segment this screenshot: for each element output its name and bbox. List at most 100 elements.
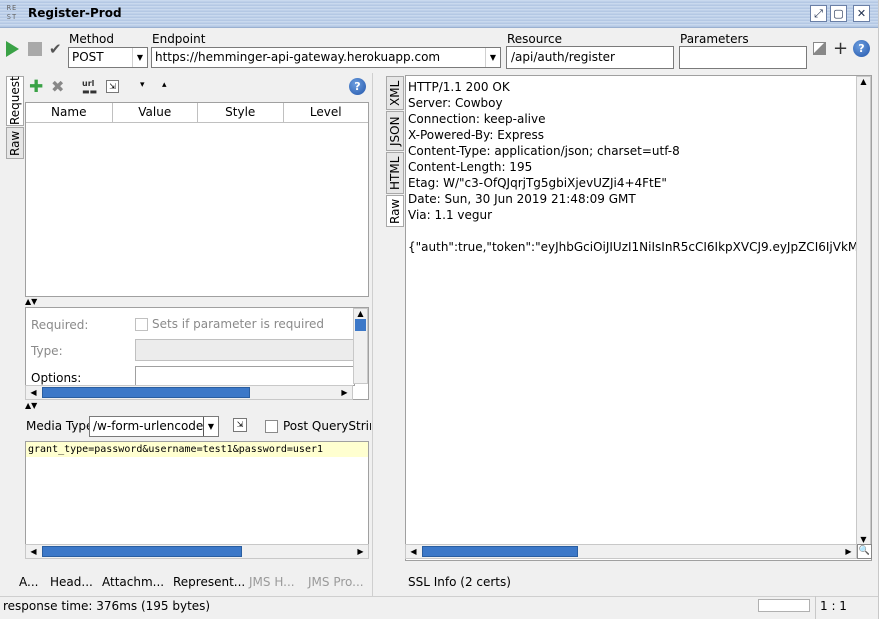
scroll-left-icon[interactable]: ◀ xyxy=(26,545,41,558)
search-icon[interactable]: 🔍 xyxy=(857,544,872,559)
media-type-value: /w-form-urlencoded xyxy=(93,419,211,433)
response-line: Content-Type: application/json; charset=… xyxy=(408,144,680,158)
resource-label: Resource xyxy=(507,32,563,46)
details-hscroll[interactable]: ◀ ▶ xyxy=(25,385,353,400)
restore-icon[interactable]: ⤢ xyxy=(810,5,827,22)
column-name[interactable]: Name xyxy=(26,103,113,122)
parameter-icon[interactable] xyxy=(813,42,826,55)
response-line: X-Powered-By: Express xyxy=(408,128,545,142)
resize-icon[interactable]: ⇲ xyxy=(233,418,247,432)
response-hscroll[interactable]: ◀ ▶ xyxy=(405,544,857,559)
method-value: POST xyxy=(72,50,104,64)
response-lines: HTTP/1.1 200 OK Server: Cowboy Connectio… xyxy=(406,76,871,255)
details-vscroll[interactable]: ▲ xyxy=(353,308,368,384)
chevron-down-icon[interactable]: ▼ xyxy=(203,417,218,436)
remove-param-icon[interactable]: ✖ xyxy=(51,77,64,96)
title-bar xyxy=(0,0,878,28)
play-icon[interactable] xyxy=(6,41,19,57)
request-body-editor[interactable]: grant_type=password&username=test1&passw… xyxy=(25,441,369,559)
scroll-left-icon[interactable]: ◀ xyxy=(406,545,421,558)
required-checkbox-label: Sets if parameter is required xyxy=(152,317,324,331)
method-label: Method xyxy=(69,32,115,46)
url-icon[interactable]: url ▬▬ xyxy=(82,80,97,96)
response-line: Server: Cowboy xyxy=(408,96,503,110)
scroll-up-icon[interactable]: ▲ xyxy=(857,77,870,86)
maximize-icon[interactable]: ▢ xyxy=(830,5,847,22)
request-help-icon[interactable]: ? xyxy=(349,78,366,95)
endpoint-label: Endpoint xyxy=(152,32,206,46)
required-checkbox[interactable] xyxy=(135,318,148,331)
response-line xyxy=(408,223,871,239)
help-icon[interactable]: ? xyxy=(853,40,870,57)
scroll-thumb[interactable] xyxy=(42,546,242,557)
progress-indicator xyxy=(758,599,810,612)
ssl-info-tab[interactable]: SSL Info (2 certs) xyxy=(408,575,511,589)
tab-response-raw[interactable]: Raw xyxy=(386,195,404,227)
tab-xml[interactable]: XML xyxy=(386,76,404,110)
method-select[interactable]: POST ▼ xyxy=(68,47,148,68)
response-line: Content-Length: 195 xyxy=(408,160,533,174)
chevron-down-icon[interactable]: ▼ xyxy=(132,48,147,67)
scroll-right-icon[interactable]: ▶ xyxy=(353,545,368,558)
scroll-thumb[interactable] xyxy=(355,319,366,331)
media-type-label: Media Type xyxy=(26,419,94,433)
params-table-header: Name Value Style Level xyxy=(26,103,368,123)
chevron-down-icon[interactable]: ▼ xyxy=(485,48,500,67)
resource-input[interactable]: /api/auth/register xyxy=(506,46,674,69)
request-body-text[interactable]: grant_type=password&username=test1&passw… xyxy=(26,442,368,457)
response-vscroll[interactable]: ▲ ▼ xyxy=(856,76,871,545)
resize-icon[interactable]: ⇲ xyxy=(106,80,119,93)
splitter-arrows-icon[interactable]: ▲▼ xyxy=(25,401,37,410)
response-line: Etag: W/"c3-OfQJqrjTg5gbiXjevUZJi4+4FtE" xyxy=(408,176,667,190)
tab-request[interactable]: Request xyxy=(6,76,24,126)
media-type-select[interactable]: /w-form-urlencoded ▼ xyxy=(89,416,219,437)
tab-raw[interactable]: Raw xyxy=(6,127,24,159)
tab-html[interactable]: HTML xyxy=(386,152,404,194)
tab-json[interactable]: JSON xyxy=(386,111,404,151)
response-time: response time: 376ms (195 bytes) xyxy=(3,599,211,613)
post-query-checkbox[interactable] xyxy=(265,420,278,433)
move-up-icon[interactable]: ▴ xyxy=(162,80,167,90)
response-viewer[interactable]: HTTP/1.1 200 OK Server: Cowboy Connectio… xyxy=(405,75,872,561)
response-line: Connection: keep-alive xyxy=(408,112,546,126)
move-down-icon[interactable]: ▾ xyxy=(140,80,145,90)
cursor-position: 1 : 1 xyxy=(820,599,847,613)
scroll-right-icon[interactable]: ▶ xyxy=(841,545,856,558)
tab-attachments[interactable]: Attachm... xyxy=(102,575,164,589)
options-input[interactable] xyxy=(135,366,355,386)
scroll-left-icon[interactable]: ◀ xyxy=(26,386,41,399)
params-table: Name Value Style Level xyxy=(25,102,369,297)
scroll-up-icon[interactable]: ▲ xyxy=(354,309,367,318)
endpoint-select[interactable]: https://hemminger-api-gateway.herokuapp.… xyxy=(151,47,501,68)
scroll-right-icon[interactable]: ▶ xyxy=(337,386,352,399)
tab-jms-headers[interactable]: JMS H... xyxy=(249,575,295,589)
stop-icon[interactable] xyxy=(28,42,42,56)
close-icon[interactable]: ✕ xyxy=(853,5,870,22)
scroll-thumb[interactable] xyxy=(42,387,250,398)
options-label: Options: xyxy=(31,371,82,385)
type-select[interactable] xyxy=(135,339,355,361)
add-icon[interactable]: + xyxy=(833,38,848,59)
scroll-down-icon[interactable]: ▼ xyxy=(857,535,870,544)
response-line: Via: 1.1 vegur xyxy=(408,208,493,222)
column-value[interactable]: Value xyxy=(113,103,198,122)
parameters-input[interactable] xyxy=(679,46,807,69)
check-icon[interactable]: ✔ xyxy=(49,40,62,58)
status-divider xyxy=(815,596,816,619)
tab-auth[interactable]: A... xyxy=(19,575,38,589)
parameters-label: Parameters xyxy=(680,32,749,46)
endpoint-value: https://hemminger-api-gateway.herokuapp.… xyxy=(155,50,441,64)
add-param-icon[interactable]: ✚ xyxy=(29,77,43,97)
window-edge xyxy=(878,0,884,619)
type-label: Type: xyxy=(31,344,63,358)
body-hscroll[interactable]: ◀ ▶ xyxy=(25,544,369,559)
tab-representations[interactable]: Represent... xyxy=(173,575,245,589)
column-level[interactable]: Level xyxy=(284,103,369,122)
column-style[interactable]: Style xyxy=(198,103,284,122)
required-label: Required: xyxy=(31,318,89,332)
scroll-thumb[interactable] xyxy=(422,546,578,557)
tab-headers[interactable]: Head... xyxy=(50,575,93,589)
splitter-arrows-icon[interactable]: ▲▼ xyxy=(25,297,37,306)
rest-icon: RE ST xyxy=(5,4,22,24)
tab-jms-properties[interactable]: JMS Pro... xyxy=(308,575,364,589)
